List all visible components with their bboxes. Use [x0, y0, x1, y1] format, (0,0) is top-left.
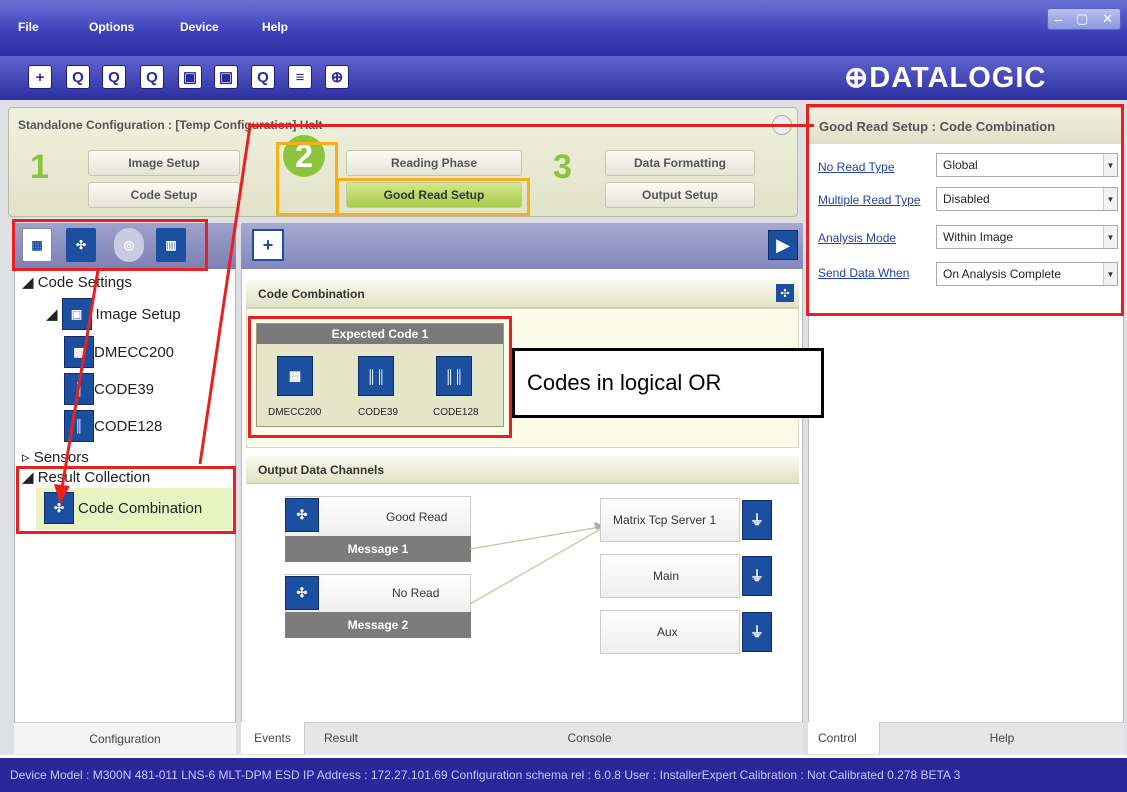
step-number-3: 3 — [553, 148, 572, 186]
code-combination-small-icon[interactable]: ✣ — [776, 284, 794, 302]
channel-aux[interactable]: Aux — [600, 610, 740, 654]
new-icon[interactable]: + — [28, 65, 52, 89]
annotation-step-2-box — [276, 142, 338, 216]
output-setup-button[interactable]: Output Setup — [605, 182, 755, 208]
tab-help[interactable]: Help — [880, 722, 1124, 754]
title-bar — [0, 0, 1127, 56]
tab-events[interactable]: Events — [241, 722, 305, 754]
settings-icon[interactable]: ≡ — [288, 65, 312, 89]
open-icon[interactable]: Q — [140, 65, 164, 89]
event-no-read-label: No Read — [392, 586, 440, 600]
channel-main[interactable]: Main — [600, 554, 740, 598]
disconnect-icon[interactable]: Q — [102, 65, 126, 89]
plug-icon[interactable]: ⏚ — [742, 612, 772, 652]
tab-configuration[interactable]: Configuration — [14, 722, 236, 754]
annotation-expected-code-box — [248, 316, 512, 438]
message-2-bar[interactable]: Message 2 — [285, 612, 471, 638]
tab-control[interactable]: Control — [808, 722, 880, 754]
center-toolbar — [241, 223, 803, 269]
brand-logo: ⊕DATALOGIC — [844, 62, 1047, 94]
annotation-line — [248, 124, 814, 130]
annotation-right-panel-box — [806, 104, 1124, 316]
export-icon[interactable]: Q — [251, 65, 275, 89]
code-combination-title: Code Combination — [258, 286, 365, 301]
code-combination-icon: ✣ — [285, 576, 319, 610]
menu-help[interactable]: Help — [262, 20, 288, 34]
window-controls: – ▢ ✕ — [1047, 8, 1121, 30]
save-icon[interactable]: ▣ — [178, 65, 202, 89]
data-formatting-button[interactable]: Data Formatting — [605, 150, 755, 176]
status-bar: Device Model : M300N 481-011 LNS-6 MLT-D… — [0, 758, 1127, 792]
device-icon[interactable]: ▣ — [214, 65, 238, 89]
tab-result[interactable]: Result — [306, 722, 376, 754]
connection-lines — [470, 522, 607, 605]
callout-codes-in-logical-or: Codes in logical OR — [512, 348, 824, 418]
annotation-arrows — [54, 125, 252, 504]
play-icon[interactable]: ▶ — [768, 230, 798, 260]
target-icon[interactable]: ⊕ — [325, 65, 349, 89]
close-icon[interactable]: ✕ — [1102, 11, 1113, 27]
annotation-good-read-box — [336, 178, 530, 216]
menu-file[interactable]: File — [18, 20, 39, 34]
reading-phase-button[interactable]: Reading Phase — [346, 150, 522, 176]
plug-icon[interactable]: ⏚ — [742, 556, 772, 596]
menu-options[interactable]: Options — [89, 20, 134, 34]
menu-device[interactable]: Device — [180, 20, 219, 34]
plug-icon[interactable]: ⏚ — [742, 500, 772, 540]
maximize-icon[interactable]: ▢ — [1076, 11, 1088, 27]
channel-matrix-tcp-server-1[interactable]: Matrix Tcp Server 1 — [600, 498, 740, 542]
tab-console[interactable]: Console — [376, 722, 803, 754]
connect-icon[interactable]: Q — [66, 65, 90, 89]
code-combination-header: Code Combination — [246, 280, 799, 308]
output-data-channels-title: Output Data Channels — [258, 462, 385, 477]
event-good-read-label: Good Read — [386, 510, 448, 524]
message-1-bar[interactable]: Message 1 — [285, 536, 471, 562]
code-combination-icon: ✣ — [285, 498, 319, 532]
output-data-channels-header: Output Data Channels — [246, 456, 799, 484]
minimize-icon[interactable]: – — [1055, 12, 1062, 27]
